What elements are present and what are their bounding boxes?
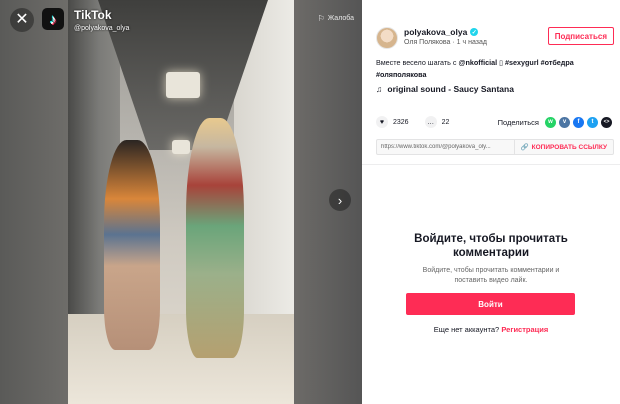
sound-title[interactable]: original sound - Saucy Santana xyxy=(387,84,514,94)
video-scene-floor xyxy=(68,314,294,404)
caption-mention[interactable]: @nkofficial xyxy=(459,58,498,67)
report-label: Жалоба xyxy=(327,15,354,22)
music-note-icon: ♫ xyxy=(376,84,383,94)
flag-icon: ⚐ xyxy=(317,14,325,23)
caption-hashtag[interactable]: #оляполякова xyxy=(376,70,427,79)
twitter-icon[interactable]: t xyxy=(587,116,598,128)
watermark-username: @polyakova_olya xyxy=(74,25,130,32)
embed-icon[interactable]: <> xyxy=(601,116,612,128)
login-subtitle: Войдите, чтобы прочитать комментарии и п… xyxy=(422,267,560,284)
verified-icon: ✓ xyxy=(470,28,479,36)
video-frame[interactable] xyxy=(68,0,294,404)
video-person-left xyxy=(104,140,160,350)
info-panel: polyakova_olya ✓ Оля Полякова · 1 ч наза… xyxy=(362,0,620,404)
share-label: Поделиться xyxy=(497,117,539,127)
video-caption: Вместе весело шагать с @nkofficial ▯ #se… xyxy=(376,57,608,81)
author-display-name: Оля Полякова xyxy=(404,39,451,46)
follow-button[interactable]: Подписаться xyxy=(547,27,614,45)
signup-row: Еще нет аккаунта? Регистрация xyxy=(362,325,620,334)
close-icon: ✕ xyxy=(15,11,29,28)
video-player[interactable]: ✕ ♪ TikTok @polyakova_olya ⚐ Жалоба › xyxy=(0,0,362,404)
copy-link-label: КОПИРОВАТЬ ССЫЛКУ xyxy=(531,143,607,151)
caption-hashtag[interactable]: #отбедра xyxy=(541,58,574,67)
author-username-row[interactable]: polyakova_olya ✓ xyxy=(404,27,487,37)
sound-link[interactable]: ♫ original sound - Saucy Santana xyxy=(376,84,514,94)
avatar[interactable] xyxy=(376,27,398,49)
no-account-text: Еще нет аккаунта? xyxy=(433,325,500,334)
stats-row: ♥ 2326 … 22 Поделиться w v f t <> xyxy=(376,115,612,129)
chevron-right-icon: › xyxy=(337,192,343,208)
author-block[interactable]: polyakova_olya ✓ Оля Полякова · 1 ч наза… xyxy=(376,27,487,49)
close-button[interactable]: ✕ xyxy=(10,8,34,32)
comment-icon[interactable]: … xyxy=(424,116,437,128)
login-button[interactable]: Войти xyxy=(406,293,575,315)
post-time: 1 ч назад xyxy=(456,39,487,46)
meta-separator: · xyxy=(452,39,455,46)
comment-count: 22 xyxy=(441,118,450,126)
divider xyxy=(362,164,620,165)
watermark-logo: TikTok xyxy=(74,8,112,22)
video-person-right xyxy=(186,118,244,358)
author-meta: Оля Полякова · 1 ч назад xyxy=(404,39,487,46)
video-scene-lamp-far xyxy=(172,140,190,154)
link-icon: 🔗 xyxy=(520,144,529,151)
author-username[interactable]: polyakova_olya xyxy=(404,27,467,37)
share-group: Поделиться w v f t <> xyxy=(497,116,612,128)
signup-link[interactable]: Регистрация xyxy=(501,325,548,334)
tiktok-logo-icon[interactable]: ♪ xyxy=(42,8,64,30)
caption-hashtag[interactable]: #sexygurl xyxy=(505,58,539,67)
share-link-row: https://www.tiktok.com/@polyakova_oly...… xyxy=(376,139,614,155)
vk-icon[interactable]: v xyxy=(559,116,570,128)
video-watermark: TikTok @polyakova_olya xyxy=(74,6,129,32)
share-link-url[interactable]: https://www.tiktok.com/@polyakova_oly... xyxy=(377,144,514,150)
comment-stat[interactable]: … 22 xyxy=(424,116,450,128)
copy-link-button[interactable]: 🔗 КОПИРОВАТЬ ССЫЛКУ xyxy=(513,140,613,154)
video-scene-lamp xyxy=(166,72,200,98)
next-video-button[interactable]: › xyxy=(329,189,351,211)
login-title: Войдите, чтобы прочитать комментарии xyxy=(414,233,568,259)
author-text: polyakova_olya ✓ Оля Полякова · 1 ч наза… xyxy=(404,27,487,46)
heart-icon[interactable]: ♥ xyxy=(376,116,388,128)
caption-emoji: ▯ xyxy=(499,58,504,67)
like-count: 2326 xyxy=(393,118,409,126)
caption-text: Вместе весело шагать с xyxy=(376,58,457,67)
whatsapp-icon[interactable]: w xyxy=(545,116,556,128)
like-stat[interactable]: ♥ 2326 xyxy=(376,116,409,128)
facebook-icon[interactable]: f xyxy=(573,116,584,128)
report-button[interactable]: ⚐ Жалоба xyxy=(318,14,354,23)
login-prompt: Войдите, чтобы прочитать комментарии Вой… xyxy=(362,232,620,286)
